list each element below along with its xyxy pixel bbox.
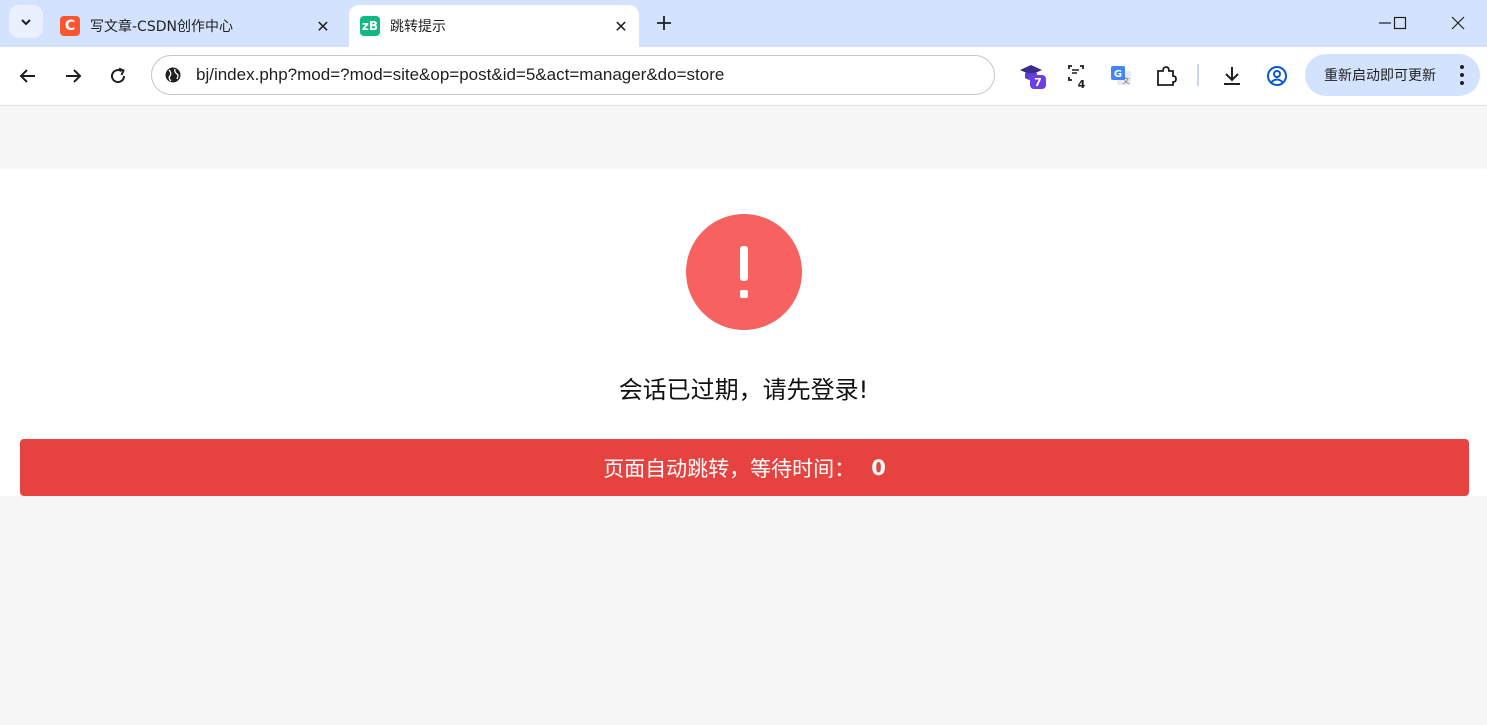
tab-csdn[interactable]: C 写文章-CSDN创作中心 ✕ [49, 5, 341, 47]
maximize-button[interactable] [1385, 8, 1415, 38]
arrow-right-icon [66, 69, 82, 83]
maximize-icon [1393, 16, 1407, 30]
chevron-down-icon [21, 18, 31, 25]
svg-text:G: G [1114, 69, 1122, 80]
forward-button[interactable] [57, 60, 89, 92]
url-text[interactable]: bj/index.php?mod=?mod=site&op=post&id=5&… [196, 65, 724, 85]
tab-title: 跳转提示 [390, 19, 446, 35]
session-expired-message: 会话已过期，请先登录! [618, 376, 869, 404]
restart-to-update-button[interactable]: 重新启动即可更新 [1305, 54, 1480, 96]
window-close-button[interactable] [1443, 8, 1473, 38]
graduation-cap-extension-icon[interactable]: 7 [1017, 60, 1049, 92]
new-tab-button[interactable] [650, 9, 678, 37]
countdown-value: 0 [871, 455, 886, 480]
more-vert-icon[interactable] [1458, 65, 1466, 85]
tab-title: 写文章-CSDN创作中心 [90, 19, 233, 35]
reload-button[interactable] [102, 60, 134, 92]
tab-search-button[interactable] [9, 5, 43, 38]
extension-badge: 4 [1078, 78, 1086, 91]
google-translate-icon[interactable]: G 文 [1105, 60, 1137, 92]
csdn-favicon-icon: C [60, 16, 80, 36]
redirect-countdown-bar[interactable]: 页面自动跳转，等待时间： 0 [20, 439, 1469, 496]
tab-redirect[interactable]: zB 跳转提示 ✕ [349, 5, 639, 47]
close-icon[interactable]: ✕ [611, 16, 631, 36]
profile-icon[interactable] [1261, 60, 1293, 92]
address-bar[interactable]: bj/index.php?mod=?mod=site&op=post&id=5&… [151, 55, 995, 95]
puzzle-extensions-icon[interactable] [1150, 60, 1182, 92]
restart-label: 重新启动即可更新 [1324, 68, 1436, 84]
reload-icon [111, 67, 126, 84]
back-button[interactable] [12, 60, 44, 92]
close-icon[interactable]: ✕ [313, 16, 333, 36]
site-favicon-icon: zB [360, 16, 380, 36]
browser-toolbar: bj/index.php?mod=?mod=site&op=post&id=5&… [0, 47, 1487, 106]
screenshot-extension-icon[interactable]: 4 [1062, 60, 1094, 92]
svg-text:文: 文 [1123, 76, 1130, 85]
arrow-left-icon [19, 69, 35, 83]
exclamation-icon [686, 214, 802, 330]
globe-icon[interactable] [163, 65, 183, 85]
redirect-text: 页面自动跳转，等待时间： [603, 456, 856, 481]
plus-icon [657, 16, 671, 30]
tab-strip: C 写文章-CSDN创作中心 ✕ zB 跳转提示 ✕ [0, 0, 1487, 47]
download-icon[interactable] [1216, 60, 1248, 92]
close-icon [1451, 16, 1465, 30]
toolbar-separator [1197, 64, 1199, 86]
extension-badge: 7 [1034, 76, 1042, 89]
